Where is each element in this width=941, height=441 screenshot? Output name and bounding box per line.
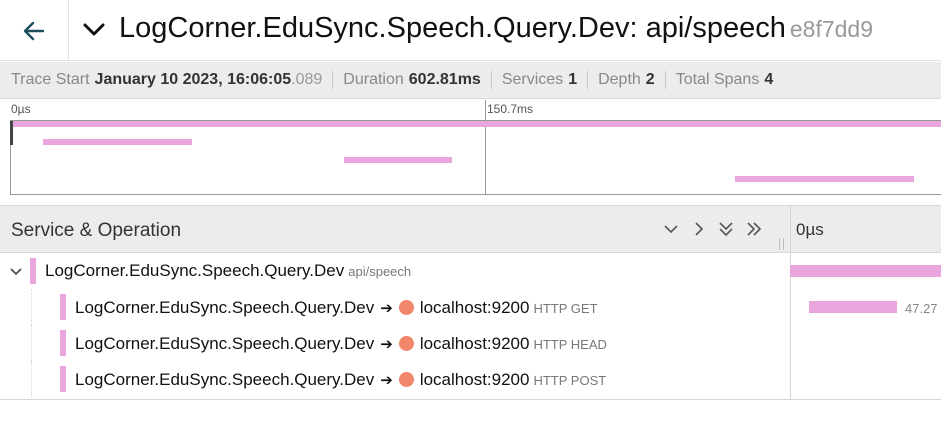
span-row[interactable]: LogCorner.EduSync.Speech.Query.Dev ➔ local… (0, 289, 941, 325)
minimap-span-root (11, 121, 941, 127)
span-label: LogCorner.EduSync.Speech.Query.Dev ➔ local… (75, 334, 607, 354)
total-spans-value: 4 (764, 71, 774, 88)
span-bar[interactable] (790, 265, 941, 277)
arrow-right-icon: ➔ (380, 300, 393, 317)
total-spans: Total Spans 4 (676, 71, 774, 89)
trace-summary: Trace Start January 10 2023, 16:06:05.08… (0, 62, 941, 99)
divider (332, 71, 334, 89)
divider (490, 71, 492, 89)
trace-title: LogCorner.EduSync.Speech.Query.Dev: api/… (119, 12, 873, 45)
minimap[interactable] (10, 120, 941, 195)
services-value: 1 (568, 71, 578, 88)
service-color-bar (60, 330, 66, 356)
chevron-down-icon[interactable] (8, 264, 24, 280)
timeline-title: Service & Operation (11, 220, 182, 241)
double-chevron-right-icon[interactable] (744, 219, 764, 239)
trace-header: LogCorner.EduSync.Speech.Query.Dev: api/… (0, 0, 941, 61)
depth: Depth 2 (598, 71, 655, 89)
depth-label: Depth (598, 71, 641, 88)
operation-name: HTTP GET (533, 301, 598, 316)
trace-start-label: Trace Start (11, 71, 90, 88)
duration: Duration 602.81ms (343, 71, 481, 89)
chevron-right-icon[interactable] (689, 219, 709, 239)
trace-start: Trace Start January 10 2023, 16:06:05.08… (11, 71, 322, 89)
endpoint-name: localhost:9200 (419, 298, 530, 317)
minimap-span-post (735, 176, 914, 182)
endpoint-dot-icon (398, 372, 414, 387)
span-duration: 47.27 (905, 301, 938, 316)
chevron-down-icon[interactable] (661, 219, 681, 239)
span-label: LogCorner.EduSync.Speech.Query.Dev ➔ local… (75, 298, 598, 318)
minimap-tick-line (485, 100, 486, 195)
span-bar[interactable] (809, 301, 897, 313)
arrow-right-icon: ➔ (380, 372, 393, 389)
minimap-drag-handle[interactable] (10, 121, 13, 145)
endpoint-dot-icon (398, 300, 414, 315)
chevron-down-icon[interactable] (82, 20, 106, 40)
endpoint-name: localhost:9200 (419, 334, 530, 353)
depth-value: 2 (645, 71, 655, 88)
back-button[interactable] (0, 0, 69, 61)
operation-name: api/speech (348, 264, 412, 279)
span-name-cell[interactable]: LogCorner.EduSync.Speech.Query.Dev api/sp… (0, 253, 790, 289)
operation-name: HTTP HEAD (533, 337, 607, 352)
span-row[interactable]: LogCorner.EduSync.Speech.Query.Dev ➔ local… (0, 361, 941, 397)
service-name: LogCorner.EduSync.Speech.Query.Dev (75, 334, 375, 353)
minimap-tick-start: 0µs (11, 102, 31, 116)
service-name: LogCorner.EduSync.Speech.Query.Dev (75, 298, 375, 317)
trace-start-value: January 10 2023, 16:06:05 (94, 71, 292, 88)
span-label: LogCorner.EduSync.Speech.Query.Dev ➔ local… (75, 370, 606, 390)
span-name-cell[interactable]: LogCorner.EduSync.Speech.Query.Dev ➔ local… (0, 289, 790, 325)
timeline-time-label: 0µs (796, 220, 824, 239)
column-resizer[interactable] (779, 238, 784, 250)
timeline-header: Service & Operation 0µs (0, 205, 941, 253)
double-chevron-down-icon[interactable] (716, 219, 736, 239)
operation-name: HTTP POST (533, 373, 607, 388)
service-color-bar (60, 366, 66, 392)
divider (664, 71, 666, 89)
services: Services 1 (502, 71, 577, 89)
duration-value: 602.81ms (408, 71, 481, 88)
minimap-span-get (43, 139, 192, 145)
span-row[interactable]: LogCorner.EduSync.Speech.Query.Dev api/sp… (0, 253, 941, 289)
divider (587, 71, 589, 89)
minimap-tick-mid: 150.7ms (487, 102, 534, 116)
trace-id: e8f7dd9 (789, 16, 873, 42)
services-label: Services (501, 71, 564, 88)
total-spans-label: Total Spans (675, 71, 760, 88)
endpoint-name: localhost:9200 (419, 370, 530, 389)
endpoint-dot-icon (398, 336, 414, 351)
arrow-left-icon (23, 21, 45, 40)
duration-label: Duration (343, 71, 404, 88)
service-name: LogCorner.EduSync.Speech.Query.Dev (45, 261, 345, 280)
span-name-cell[interactable]: LogCorner.EduSync.Speech.Query.Dev ➔ local… (0, 325, 790, 361)
span-name-cell[interactable]: LogCorner.EduSync.Speech.Query.Dev ➔ local… (0, 361, 790, 397)
trace-title-text: LogCorner.EduSync.Speech.Query.Dev: api/… (119, 12, 786, 44)
divider (0, 399, 941, 400)
span-label: LogCorner.EduSync.Speech.Query.Dev api/sp… (45, 261, 411, 281)
minimap-span-head (344, 157, 452, 163)
service-color-bar (60, 294, 66, 320)
service-name: LogCorner.EduSync.Speech.Query.Dev (75, 370, 375, 389)
service-color-bar (30, 258, 36, 284)
trace-start-ms: .089 (291, 71, 323, 88)
span-row[interactable]: LogCorner.EduSync.Speech.Query.Dev ➔ local… (0, 325, 941, 361)
arrow-right-icon: ➔ (380, 336, 393, 353)
